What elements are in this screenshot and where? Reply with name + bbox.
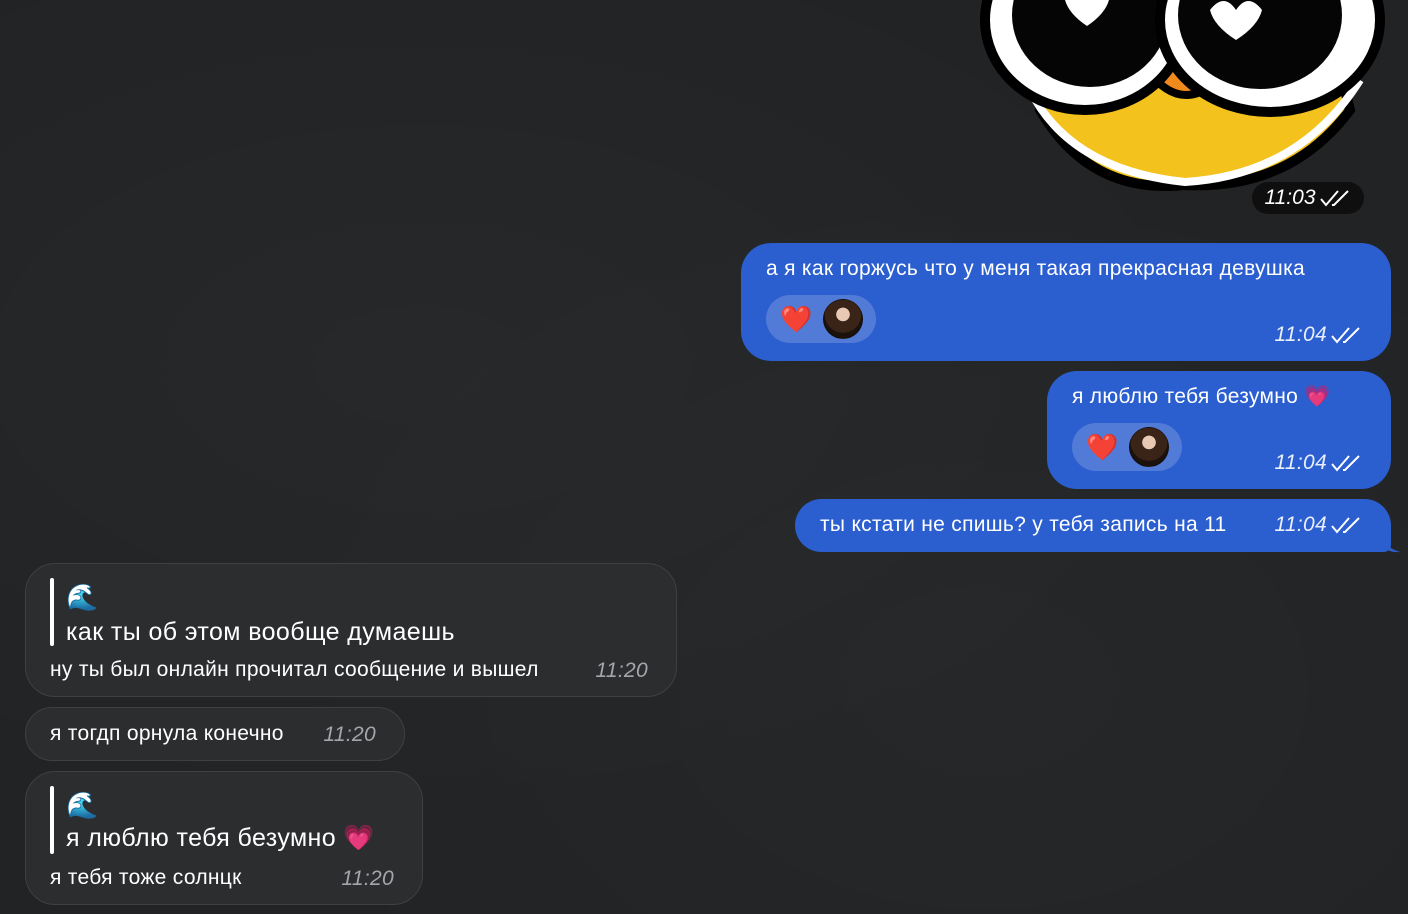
message-meta: 11:20	[342, 867, 395, 891]
message-text: я тогдп орнула конечно	[50, 722, 284, 745]
reactor-avatar	[1128, 427, 1169, 467]
message-meta: 11:04	[1275, 513, 1364, 537]
sticker-time-label: 11:03	[1264, 186, 1316, 209]
message-time: 11:20	[341, 867, 394, 890]
message-meta: 11:04	[1275, 451, 1364, 475]
double-check-icon	[1331, 517, 1360, 534]
message-meta: 11:20	[324, 723, 377, 747]
reply-quote-text: как ты об этом вообще думаешь	[66, 618, 455, 646]
double-check-icon	[1319, 190, 1349, 207]
incoming-message[interactable]: 🌊 я люблю тебя безумно 💗 я тебя тоже сол…	[25, 771, 423, 905]
reaction-chip[interactable]: ❤️	[766, 295, 876, 343]
sticker-time: 11:03	[1252, 182, 1364, 214]
wave-icon: 🌊	[66, 582, 99, 612]
outgoing-message[interactable]: а я как горжусь что у меня такая прекрас…	[741, 243, 1391, 361]
incoming-message[interactable]: 🌊 как ты об этом вообще думаешь ну ты бы…	[25, 563, 677, 697]
reaction-chip[interactable]: ❤️	[1072, 423, 1182, 471]
message-text: я люблю тебя безумно 💗	[1072, 385, 1331, 408]
reply-quote-bar	[50, 786, 54, 854]
message-time: 11:20	[595, 659, 648, 682]
message-text: я тебя тоже солнцк	[50, 866, 242, 889]
message-time: 11:20	[323, 723, 376, 746]
duck-sticker[interactable]	[970, 0, 1400, 200]
message-text: ну ты был онлайн прочитал сообщение и вы…	[50, 658, 539, 681]
message-text: ты кстати не спишь? у тебя запись на 11	[820, 513, 1227, 536]
outgoing-message[interactable]: я люблю тебя безумно 💗 ❤️ 11:04	[1047, 371, 1391, 489]
heart-reaction-icon: ❤️	[780, 303, 813, 334]
wave-icon: 🌊	[66, 790, 99, 820]
message-meta: 11:04	[1275, 323, 1364, 347]
message-time: 11:04	[1274, 323, 1327, 346]
heart-reaction-icon: ❤️	[1086, 431, 1119, 462]
reply-quote-bar	[50, 578, 54, 646]
message-meta: 11:20	[596, 659, 649, 683]
outgoing-message[interactable]: ты кстати не спишь? у тебя запись на 11 …	[795, 499, 1391, 552]
reply-quote-text: я люблю тебя безумно 💗	[66, 824, 375, 852]
reactor-avatar	[822, 299, 863, 339]
message-time: 11:04	[1274, 513, 1327, 536]
incoming-message[interactable]: я тогдп орнула конечно 11:20	[25, 707, 405, 761]
double-check-icon	[1331, 327, 1360, 344]
message-time: 11:04	[1274, 451, 1327, 474]
message-text: а я как горжусь что у меня такая прекрас…	[766, 257, 1305, 280]
bubble-tail	[1383, 533, 1401, 553]
chat-area: 11:03 а я как горжусь что у меня такая п…	[0, 0, 1408, 914]
double-check-icon	[1331, 455, 1360, 472]
